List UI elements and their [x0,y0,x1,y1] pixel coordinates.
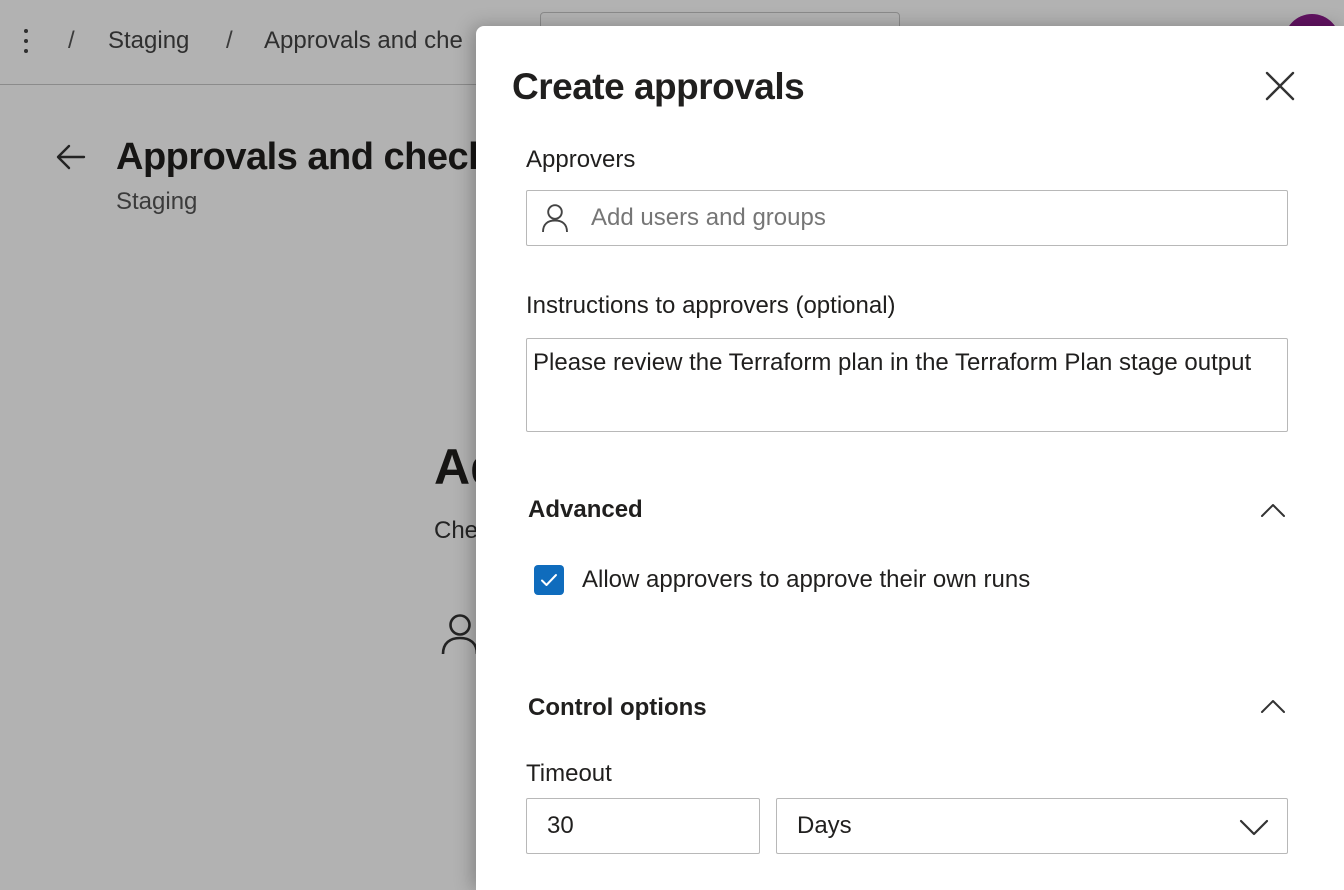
allow-self-approve-label[interactable]: Allow approvers to approve their own run… [582,566,1030,594]
instructions-field[interactable]: Please review the Terraform plan in the … [526,338,1288,432]
timeout-input[interactable] [547,799,747,853]
instructions-label: Instructions to approvers (optional) [526,292,896,319]
advanced-section-title[interactable]: Advanced [528,496,643,524]
allow-self-approve-checkbox[interactable] [534,565,564,595]
approvers-input[interactable] [591,191,1271,245]
close-icon[interactable] [1262,68,1298,104]
approvers-field[interactable] [526,190,1288,246]
person-icon [542,204,568,233]
panel-title: Create approvals [512,66,805,107]
chevron-down-icon [1239,819,1269,836]
timeout-label: Timeout [526,760,612,787]
approvers-label: Approvers [526,146,636,173]
create-approvals-panel: Create approvals Approvers Instructions … [476,26,1344,890]
control-options-section-title[interactable]: Control options [528,694,707,722]
timeout-field[interactable] [526,798,760,854]
chevron-up-icon[interactable] [1260,502,1286,518]
timeout-unit-dropdown[interactable]: Days [776,798,1288,854]
instructions-textarea[interactable]: Please review the Terraform plan in the … [533,345,1277,425]
chevron-up-icon[interactable] [1260,698,1286,714]
timeout-unit-value: Days [797,812,852,839]
checkmark-icon [541,574,557,586]
